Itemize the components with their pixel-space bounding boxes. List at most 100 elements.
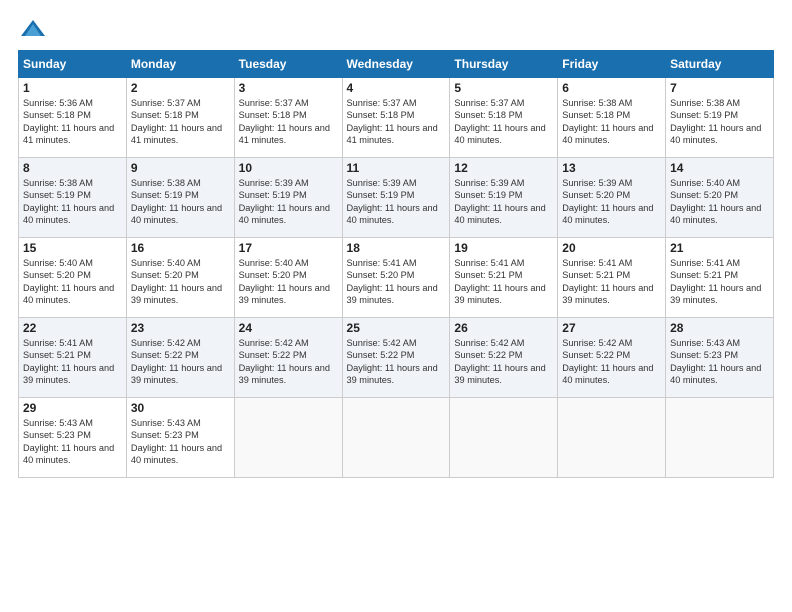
day-number: 3 — [239, 81, 338, 95]
day-number: 7 — [670, 81, 769, 95]
day-number: 12 — [454, 161, 553, 175]
header — [18, 18, 774, 40]
day-info: Sunrise: 5:39 AMSunset: 5:19 PMDaylight:… — [454, 178, 545, 225]
day-info: Sunrise: 5:41 AMSunset: 5:21 PMDaylight:… — [23, 338, 114, 385]
day-info: Sunrise: 5:40 AMSunset: 5:20 PMDaylight:… — [239, 258, 330, 305]
logo — [18, 18, 48, 40]
calendar-row-1: 1 Sunrise: 5:36 AMSunset: 5:18 PMDaylight… — [19, 78, 774, 158]
day-number: 20 — [562, 241, 661, 255]
day-number: 21 — [670, 241, 769, 255]
day-info: Sunrise: 5:42 AMSunset: 5:22 PMDaylight:… — [347, 338, 438, 385]
day-info: Sunrise: 5:42 AMSunset: 5:22 PMDaylight:… — [454, 338, 545, 385]
day-info: Sunrise: 5:36 AMSunset: 5:18 PMDaylight:… — [23, 98, 114, 145]
day-info: Sunrise: 5:38 AMSunset: 5:18 PMDaylight:… — [562, 98, 653, 145]
day-number: 16 — [131, 241, 230, 255]
day-info: Sunrise: 5:42 AMSunset: 5:22 PMDaylight:… — [239, 338, 330, 385]
table-cell: 30Sunrise: 5:43 AMSunset: 5:23 PMDayligh… — [126, 398, 234, 478]
day-number: 27 — [562, 321, 661, 335]
day-number: 30 — [131, 401, 230, 415]
day-info: Sunrise: 5:37 AMSunset: 5:18 PMDaylight:… — [131, 98, 222, 145]
day-number: 1 — [23, 81, 122, 95]
day-number: 25 — [347, 321, 446, 335]
day-number: 24 — [239, 321, 338, 335]
page: Sunday Monday Tuesday Wednesday Thursday… — [0, 0, 792, 612]
table-cell: 3 Sunrise: 5:37 AMSunset: 5:18 PMDaylight… — [234, 78, 342, 158]
table-cell — [342, 398, 450, 478]
day-number: 14 — [670, 161, 769, 175]
col-tuesday: Tuesday — [234, 51, 342, 78]
table-cell: 7 Sunrise: 5:38 AMSunset: 5:19 PMDaylight… — [666, 78, 774, 158]
day-info: Sunrise: 5:40 AMSunset: 5:20 PMDaylight:… — [131, 258, 222, 305]
table-cell: 18Sunrise: 5:41 AMSunset: 5:20 PMDayligh… — [342, 238, 450, 318]
table-cell: 25 Sunrise: 5:42 AMSunset: 5:22 PMDayligh… — [342, 318, 450, 398]
col-thursday: Thursday — [450, 51, 558, 78]
day-info: Sunrise: 5:41 AMSunset: 5:21 PMDaylight:… — [454, 258, 545, 305]
table-cell: 26 Sunrise: 5:42 AMSunset: 5:22 PMDayligh… — [450, 318, 558, 398]
calendar-row-4: 22Sunrise: 5:41 AMSunset: 5:21 PMDayligh… — [19, 318, 774, 398]
day-info: Sunrise: 5:37 AMSunset: 5:18 PMDaylight:… — [347, 98, 438, 145]
table-cell: 27 Sunrise: 5:42 AMSunset: 5:22 PMDayligh… — [558, 318, 666, 398]
day-number: 13 — [562, 161, 661, 175]
table-cell: 8 Sunrise: 5:38 AMSunset: 5:19 PMDaylight… — [19, 158, 127, 238]
day-info: Sunrise: 5:41 AMSunset: 5:21 PMDaylight:… — [670, 258, 761, 305]
calendar-row-3: 15Sunrise: 5:40 AMSunset: 5:20 PMDayligh… — [19, 238, 774, 318]
day-number: 5 — [454, 81, 553, 95]
table-cell: 16 Sunrise: 5:40 AMSunset: 5:20 PMDayligh… — [126, 238, 234, 318]
day-number: 10 — [239, 161, 338, 175]
day-number: 11 — [347, 161, 446, 175]
day-number: 18 — [347, 241, 446, 255]
day-number: 9 — [131, 161, 230, 175]
table-cell — [234, 398, 342, 478]
day-number: 19 — [454, 241, 553, 255]
table-cell — [666, 398, 774, 478]
day-info: Sunrise: 5:42 AMSunset: 5:22 PMDaylight:… — [131, 338, 222, 385]
table-cell: 14 Sunrise: 5:40 AMSunset: 5:20 PMDayligh… — [666, 158, 774, 238]
calendar-table: Sunday Monday Tuesday Wednesday Thursday… — [18, 50, 774, 478]
day-number: 28 — [670, 321, 769, 335]
table-cell: 6Sunrise: 5:38 AMSunset: 5:18 PMDaylight… — [558, 78, 666, 158]
col-friday: Friday — [558, 51, 666, 78]
day-info: Sunrise: 5:37 AMSunset: 5:18 PMDaylight:… — [239, 98, 330, 145]
table-cell: 1 Sunrise: 5:36 AMSunset: 5:18 PMDaylight… — [19, 78, 127, 158]
calendar-row-5: 29 Sunrise: 5:43 AMSunset: 5:23 PMDayligh… — [19, 398, 774, 478]
table-cell: 21 Sunrise: 5:41 AMSunset: 5:21 PMDayligh… — [666, 238, 774, 318]
table-cell: 28 Sunrise: 5:43 AMSunset: 5:23 PMDayligh… — [666, 318, 774, 398]
col-saturday: Saturday — [666, 51, 774, 78]
col-monday: Monday — [126, 51, 234, 78]
table-cell: 24 Sunrise: 5:42 AMSunset: 5:22 PMDayligh… — [234, 318, 342, 398]
day-info: Sunrise: 5:38 AMSunset: 5:19 PMDaylight:… — [131, 178, 222, 225]
day-info: Sunrise: 5:42 AMSunset: 5:22 PMDaylight:… — [562, 338, 653, 385]
day-number: 8 — [23, 161, 122, 175]
day-number: 26 — [454, 321, 553, 335]
day-info: Sunrise: 5:40 AMSunset: 5:20 PMDaylight:… — [23, 258, 114, 305]
table-cell: 23Sunrise: 5:42 AMSunset: 5:22 PMDayligh… — [126, 318, 234, 398]
day-info: Sunrise: 5:41 AMSunset: 5:21 PMDaylight:… — [562, 258, 653, 305]
table-cell: 17 Sunrise: 5:40 AMSunset: 5:20 PMDayligh… — [234, 238, 342, 318]
day-info: Sunrise: 5:43 AMSunset: 5:23 PMDaylight:… — [23, 418, 114, 465]
table-cell — [450, 398, 558, 478]
table-cell — [558, 398, 666, 478]
table-cell: 12 Sunrise: 5:39 AMSunset: 5:19 PMDayligh… — [450, 158, 558, 238]
day-number: 4 — [347, 81, 446, 95]
calendar-header-row: Sunday Monday Tuesday Wednesday Thursday… — [19, 51, 774, 78]
table-cell: 13Sunrise: 5:39 AMSunset: 5:20 PMDayligh… — [558, 158, 666, 238]
col-wednesday: Wednesday — [342, 51, 450, 78]
table-cell: 2Sunrise: 5:37 AMSunset: 5:18 PMDaylight… — [126, 78, 234, 158]
day-info: Sunrise: 5:43 AMSunset: 5:23 PMDaylight:… — [670, 338, 761, 385]
table-cell: 19 Sunrise: 5:41 AMSunset: 5:21 PMDayligh… — [450, 238, 558, 318]
table-cell: 15Sunrise: 5:40 AMSunset: 5:20 PMDayligh… — [19, 238, 127, 318]
day-info: Sunrise: 5:39 AMSunset: 5:19 PMDaylight:… — [347, 178, 438, 225]
table-cell: 11 Sunrise: 5:39 AMSunset: 5:19 PMDayligh… — [342, 158, 450, 238]
table-cell: 20 Sunrise: 5:41 AMSunset: 5:21 PMDayligh… — [558, 238, 666, 318]
table-cell: 22Sunrise: 5:41 AMSunset: 5:21 PMDayligh… — [19, 318, 127, 398]
day-info: Sunrise: 5:38 AMSunset: 5:19 PMDaylight:… — [670, 98, 761, 145]
logo-icon — [19, 18, 47, 40]
day-info: Sunrise: 5:38 AMSunset: 5:19 PMDaylight:… — [23, 178, 114, 225]
day-number: 29 — [23, 401, 122, 415]
table-cell: 4 Sunrise: 5:37 AMSunset: 5:18 PMDaylight… — [342, 78, 450, 158]
day-info: Sunrise: 5:39 AMSunset: 5:19 PMDaylight:… — [239, 178, 330, 225]
day-info: Sunrise: 5:40 AMSunset: 5:20 PMDaylight:… — [670, 178, 761, 225]
table-cell: 5Sunrise: 5:37 AMSunset: 5:18 PMDaylight… — [450, 78, 558, 158]
col-sunday: Sunday — [19, 51, 127, 78]
day-number: 17 — [239, 241, 338, 255]
